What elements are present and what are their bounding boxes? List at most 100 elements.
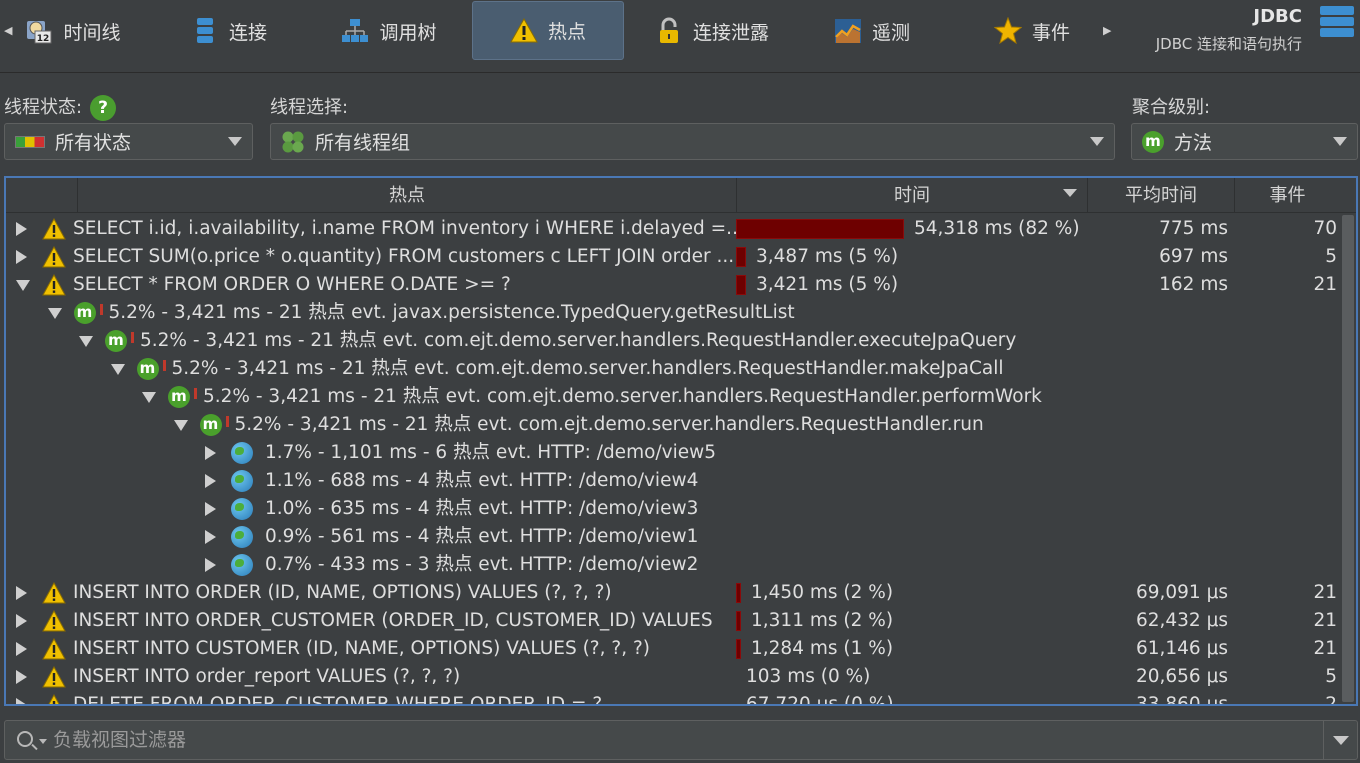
collapse-arrow-icon[interactable] <box>47 308 62 319</box>
table-row[interactable]: SELECT i.id, i.availability, i.name FROM… <box>6 215 1340 243</box>
globe-icon <box>231 554 253 576</box>
table-row[interactable]: 1.7% - 1,101 ms - 6 热点 evt. HTTP: /demo/… <box>6 439 1340 467</box>
thread-status-dropdown[interactable]: 所有状态 <box>4 123 253 160</box>
table-row[interactable]: INSERT INTO ORDER (ID, NAME, OPTIONS) VA… <box>6 579 1340 607</box>
tab-label: 时间线 <box>63 21 121 44</box>
time-bar <box>736 611 741 631</box>
view-filter-bar <box>4 720 1358 760</box>
tab-connections[interactable]: 连接 <box>184 0 274 62</box>
expand-arrow-icon[interactable] <box>205 474 216 488</box>
collapse-arrow-icon[interactable] <box>16 280 30 291</box>
tab-connection-leaks[interactable]: 连接泄露 <box>650 0 774 62</box>
star-event-icon <box>993 16 1023 45</box>
table-row[interactable]: 1.1% - 688 ms - 4 热点 evt. HTTP: /demo/vi… <box>6 467 1340 495</box>
table-row[interactable]: INSERT INTO CUSTOMER (ID, NAME, OPTIONS)… <box>6 635 1340 663</box>
search-icon[interactable] <box>17 731 33 747</box>
collapse-arrow-icon[interactable] <box>110 364 125 375</box>
tab-telemetry[interactable]: 遥测 <box>830 0 914 62</box>
vertical-scrollbar[interactable] <box>1340 213 1356 704</box>
time-value: 3,421 ms (5 %) <box>756 274 899 295</box>
search-options-caret-icon[interactable] <box>39 739 47 744</box>
globe-icon <box>231 470 253 492</box>
filter-history-dropdown[interactable] <box>1323 721 1357 759</box>
collapse-arrow-icon[interactable] <box>79 336 93 347</box>
table-row[interactable]: 1.0% - 635 ms - 4 热点 evt. HTTP: /demo/vi… <box>6 495 1340 523</box>
warning-icon <box>42 666 66 688</box>
events-value: 21 <box>1313 274 1337 295</box>
avg-time-value: 69,091 μs <box>1135 582 1228 603</box>
events-value: 21 <box>1313 582 1337 603</box>
events-value: 21 <box>1313 638 1337 659</box>
events-value: 5 <box>1325 246 1337 267</box>
table-row[interactable]: m 5.2% - 3,421 ms - 21 热点 evt. com.ejt.de… <box>6 383 1340 411</box>
expand-arrow-icon[interactable] <box>16 614 27 628</box>
collapse-arrow-icon[interactable] <box>173 420 188 431</box>
expand-arrow-icon[interactable] <box>205 502 216 516</box>
hotspot-text: INSERT INTO CUSTOMER (ID, NAME, OPTIONS)… <box>73 638 650 659</box>
avg-time-value: 20,656 μs <box>1135 666 1228 687</box>
table-row[interactable]: 0.9% - 561 ms - 4 热点 evt. HTTP: /demo/vi… <box>6 523 1340 551</box>
table-row[interactable]: m 5.2% - 3,421 ms - 21 热点 evt. com.ejt.de… <box>6 355 1340 383</box>
method-icon: m <box>73 302 96 324</box>
table-row[interactable]: m 5.2% - 3,421 ms - 21 热点 evt. com.ejt.de… <box>6 327 1340 355</box>
table-row[interactable]: SELECT * FROM ORDER O WHERE O.DATE >= ? 3… <box>6 271 1340 299</box>
aggregation-value: 方法 <box>1174 132 1213 154</box>
expand-arrow-icon[interactable] <box>205 558 216 572</box>
expand-arrow-icon[interactable] <box>16 222 27 236</box>
time-value: 1,311 ms (2 %) <box>751 610 894 631</box>
table-row[interactable]: SELECT SUM(o.price * o.quantity) FROM cu… <box>6 243 1340 271</box>
table-row[interactable]: INSERT INTO order_report VALUES (?, ?, ?… <box>6 663 1340 691</box>
expand-arrow-icon[interactable] <box>16 670 27 684</box>
tab-events[interactable]: 事件 <box>990 0 1074 62</box>
globe-icon <box>231 498 253 520</box>
tab-call-tree[interactable]: 调用树 <box>334 0 444 62</box>
time-value: 103 ms (0 %) <box>746 666 871 687</box>
expand-arrow-icon[interactable] <box>16 698 27 704</box>
expand-arrow-icon[interactable] <box>205 530 216 544</box>
tab-timeline[interactable]: 12 时间线 <box>18 0 128 62</box>
warning-icon <box>42 610 66 632</box>
aggregation-label: 聚合级别: <box>1132 97 1211 118</box>
thread-select-value: 所有线程组 <box>315 132 411 154</box>
sort-descending-icon <box>1063 189 1077 197</box>
avg-time-value: 162 ms <box>1159 274 1228 295</box>
hotspot-marker-icon <box>225 416 229 427</box>
table-row[interactable]: DELETE FROM ORDER_CUSTOMER WHERE ORDER_I… <box>6 691 1340 706</box>
header-avg-time[interactable]: 平均时间 <box>1087 178 1234 213</box>
avg-time-value: 33,860 μs <box>1135 694 1228 706</box>
header-events[interactable]: 事件 <box>1234 178 1340 213</box>
hotspot-marker-icon <box>194 388 197 399</box>
collapse-arrow-icon[interactable] <box>142 392 156 403</box>
expand-arrow-icon[interactable] <box>16 642 27 656</box>
scroll-right-icon[interactable]: ▶ <box>1103 24 1111 37</box>
table-row[interactable]: m 5.2% - 3,421 ms - 21 热点 evt. javax.pers… <box>6 299 1340 327</box>
help-icon[interactable]: ? <box>90 95 117 121</box>
header-expander-column <box>6 178 77 213</box>
aggregation-dropdown[interactable]: m 方法 <box>1131 123 1358 160</box>
expand-arrow-icon[interactable] <box>16 586 27 600</box>
timeline-calendar-icon: 12 <box>25 17 53 45</box>
view-filter-input[interactable] <box>53 725 1313 755</box>
scroll-left-icon[interactable]: ◀ <box>4 24 12 37</box>
tab-label: 连接泄露 <box>692 21 769 44</box>
avg-time-value: 697 ms <box>1159 246 1228 267</box>
hotspots-table: 热点 时间 平均时间 事件 SELECT i.id, i.availabilit… <box>4 176 1358 706</box>
header-hotspot[interactable]: 热点 <box>77 178 736 213</box>
hotspot-text: 5.2% - 3,421 ms - 21 热点 evt. com.ejt.dem… <box>234 414 984 435</box>
header-time[interactable]: 时间 <box>736 178 1087 213</box>
tab-hotspots[interactable]: 热点 <box>472 1 624 60</box>
thread-select-dropdown[interactable]: 所有线程组 <box>270 123 1115 160</box>
table-row[interactable]: 0.7% - 433 ms - 3 热点 evt. HTTP: /demo/vi… <box>6 551 1340 579</box>
scrollbar-thumb[interactable] <box>1342 215 1354 702</box>
expand-arrow-icon[interactable] <box>16 250 27 264</box>
table-row[interactable]: m 5.2% - 3,421 ms - 21 热点 evt. com.ejt.de… <box>6 411 1340 439</box>
hotspot-marker-icon <box>131 332 134 343</box>
time-value: 54,318 ms (82 %) <box>914 218 1080 239</box>
thread-group-icon <box>281 130 305 154</box>
table-row[interactable]: INSERT INTO ORDER_CUSTOMER (ORDER_ID, CU… <box>6 607 1340 635</box>
expand-arrow-icon[interactable] <box>205 446 216 460</box>
hotspot-text: INSERT INTO ORDER_CUSTOMER (ORDER_ID, CU… <box>73 610 713 631</box>
svg-text:12: 12 <box>37 34 50 44</box>
thread-select-label: 线程选择: <box>270 97 349 118</box>
toolbar-divider <box>0 72 1360 73</box>
